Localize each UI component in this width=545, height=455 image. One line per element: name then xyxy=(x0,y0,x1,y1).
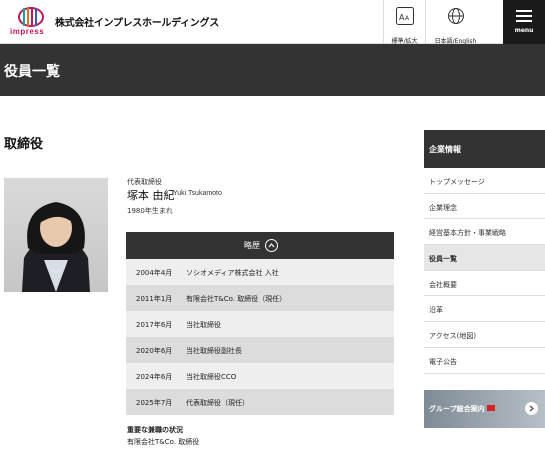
site-header: impress 株式会社インプレスホールディングス A A 標準/拡大 日本語/… xyxy=(0,0,545,45)
history-date: 2017年6月 xyxy=(136,321,173,329)
history-row: 2024年6月 当社取締役CCO xyxy=(126,363,394,389)
executive-name-romaji: Yuki Tsukamoto xyxy=(173,190,222,197)
company-name: 株式会社インプレスホールディングス xyxy=(55,18,219,29)
history-event: 有限会社T&Co. 取締役（現任） xyxy=(186,295,287,303)
executive-name: 塚本 由紀 xyxy=(127,189,175,202)
history-date: 2011年1月 xyxy=(136,295,173,303)
sidebar-item-executives[interactable]: 役員一覧 xyxy=(424,245,545,271)
history-row: 2011年1月 有限会社T&Co. 取締役（現任） xyxy=(126,285,394,311)
concurrent-positions-value: 有限会社T&Co. 取締役 xyxy=(127,438,200,446)
section-title: 取締役 xyxy=(4,137,44,152)
history-row: 2025年7月 代表取締役（現任） xyxy=(126,389,394,415)
portrait-image xyxy=(22,202,90,292)
svg-text:A: A xyxy=(405,15,410,22)
sidebar-item-history[interactable]: 沿革 xyxy=(424,296,545,323)
sidebar-item-strategy[interactable]: 経営基本方針・事業戦略 xyxy=(424,219,545,246)
logo-wordmark: impress xyxy=(10,27,45,36)
history-event: 当社取締役副社長 xyxy=(186,347,242,355)
history-heading: 略歴 xyxy=(244,241,260,250)
history-toggle[interactable]: 略歴 xyxy=(126,232,394,259)
history-date: 2024年6月 xyxy=(136,373,173,381)
history-table: 2004年4月 ソシオメディア株式会社 入社 2011年1月 有限会社T&Co. 取… xyxy=(126,259,394,415)
sidebar-item-philosophy[interactable]: 企業理念 xyxy=(424,194,545,220)
sidebar-item-access[interactable]: アクセス(地図) xyxy=(424,322,545,348)
history-date: 2020年6月 xyxy=(136,347,173,355)
executive-photo xyxy=(4,178,108,292)
chevron-up-icon xyxy=(265,239,278,252)
history-row: 2017年6月 当社取締役 xyxy=(126,311,394,337)
external-badge xyxy=(487,405,495,411)
sidebar-item-public-notice[interactable]: 電子公告 xyxy=(424,348,545,374)
font-size-icon: A A xyxy=(395,7,414,25)
executive-role: 代表取締役 xyxy=(127,178,162,186)
arrow-right-icon xyxy=(525,402,538,415)
history-event: ソシオメディア株式会社 入社 xyxy=(186,269,279,277)
history-event: 当社取締役CCO xyxy=(186,373,237,381)
menu-button[interactable]: menu xyxy=(503,0,545,44)
sidebar-heading[interactable]: 企業情報 xyxy=(424,130,545,168)
page-title-bar: 役員一覧 xyxy=(0,44,545,96)
sidebar-nav: トップメッセージ 企業理念 経営基本方針・事業戦略 役員一覧 会社概要 沿革 ア… xyxy=(424,168,545,374)
hamburger-icon xyxy=(516,10,532,22)
history-date: 2025年7月 xyxy=(136,399,173,407)
globe-icon xyxy=(447,8,464,24)
sidebar-heading-label: 企業情報 xyxy=(429,145,461,154)
page-title: 役員一覧 xyxy=(4,64,60,80)
history-event: 当社取締役 xyxy=(186,321,221,329)
history-event: 代表取締役（現任） xyxy=(186,399,249,407)
font-size-button[interactable]: A A 標準/拡大 xyxy=(383,0,425,45)
sidebar-item-company-profile[interactable]: 会社概要 xyxy=(424,271,545,297)
history-row: 2004年4月 ソシオメディア株式会社 入社 xyxy=(126,259,394,285)
history-date: 2004年4月 xyxy=(136,269,173,277)
executive-birth-year: 1980年生まれ xyxy=(127,207,173,215)
menu-label: menu xyxy=(514,27,534,34)
concurrent-positions-heading: 重要な兼職の状況 xyxy=(127,426,183,434)
banner-label: グループ総合案内 xyxy=(429,405,485,413)
history-row: 2020年6月 当社取締役副社長 xyxy=(126,337,394,363)
language-button[interactable]: 日本語/English xyxy=(425,0,485,45)
sidebar-item-top-message[interactable]: トップメッセージ xyxy=(424,168,545,194)
group-guide-banner[interactable]: グループ総合案内 xyxy=(424,390,545,428)
